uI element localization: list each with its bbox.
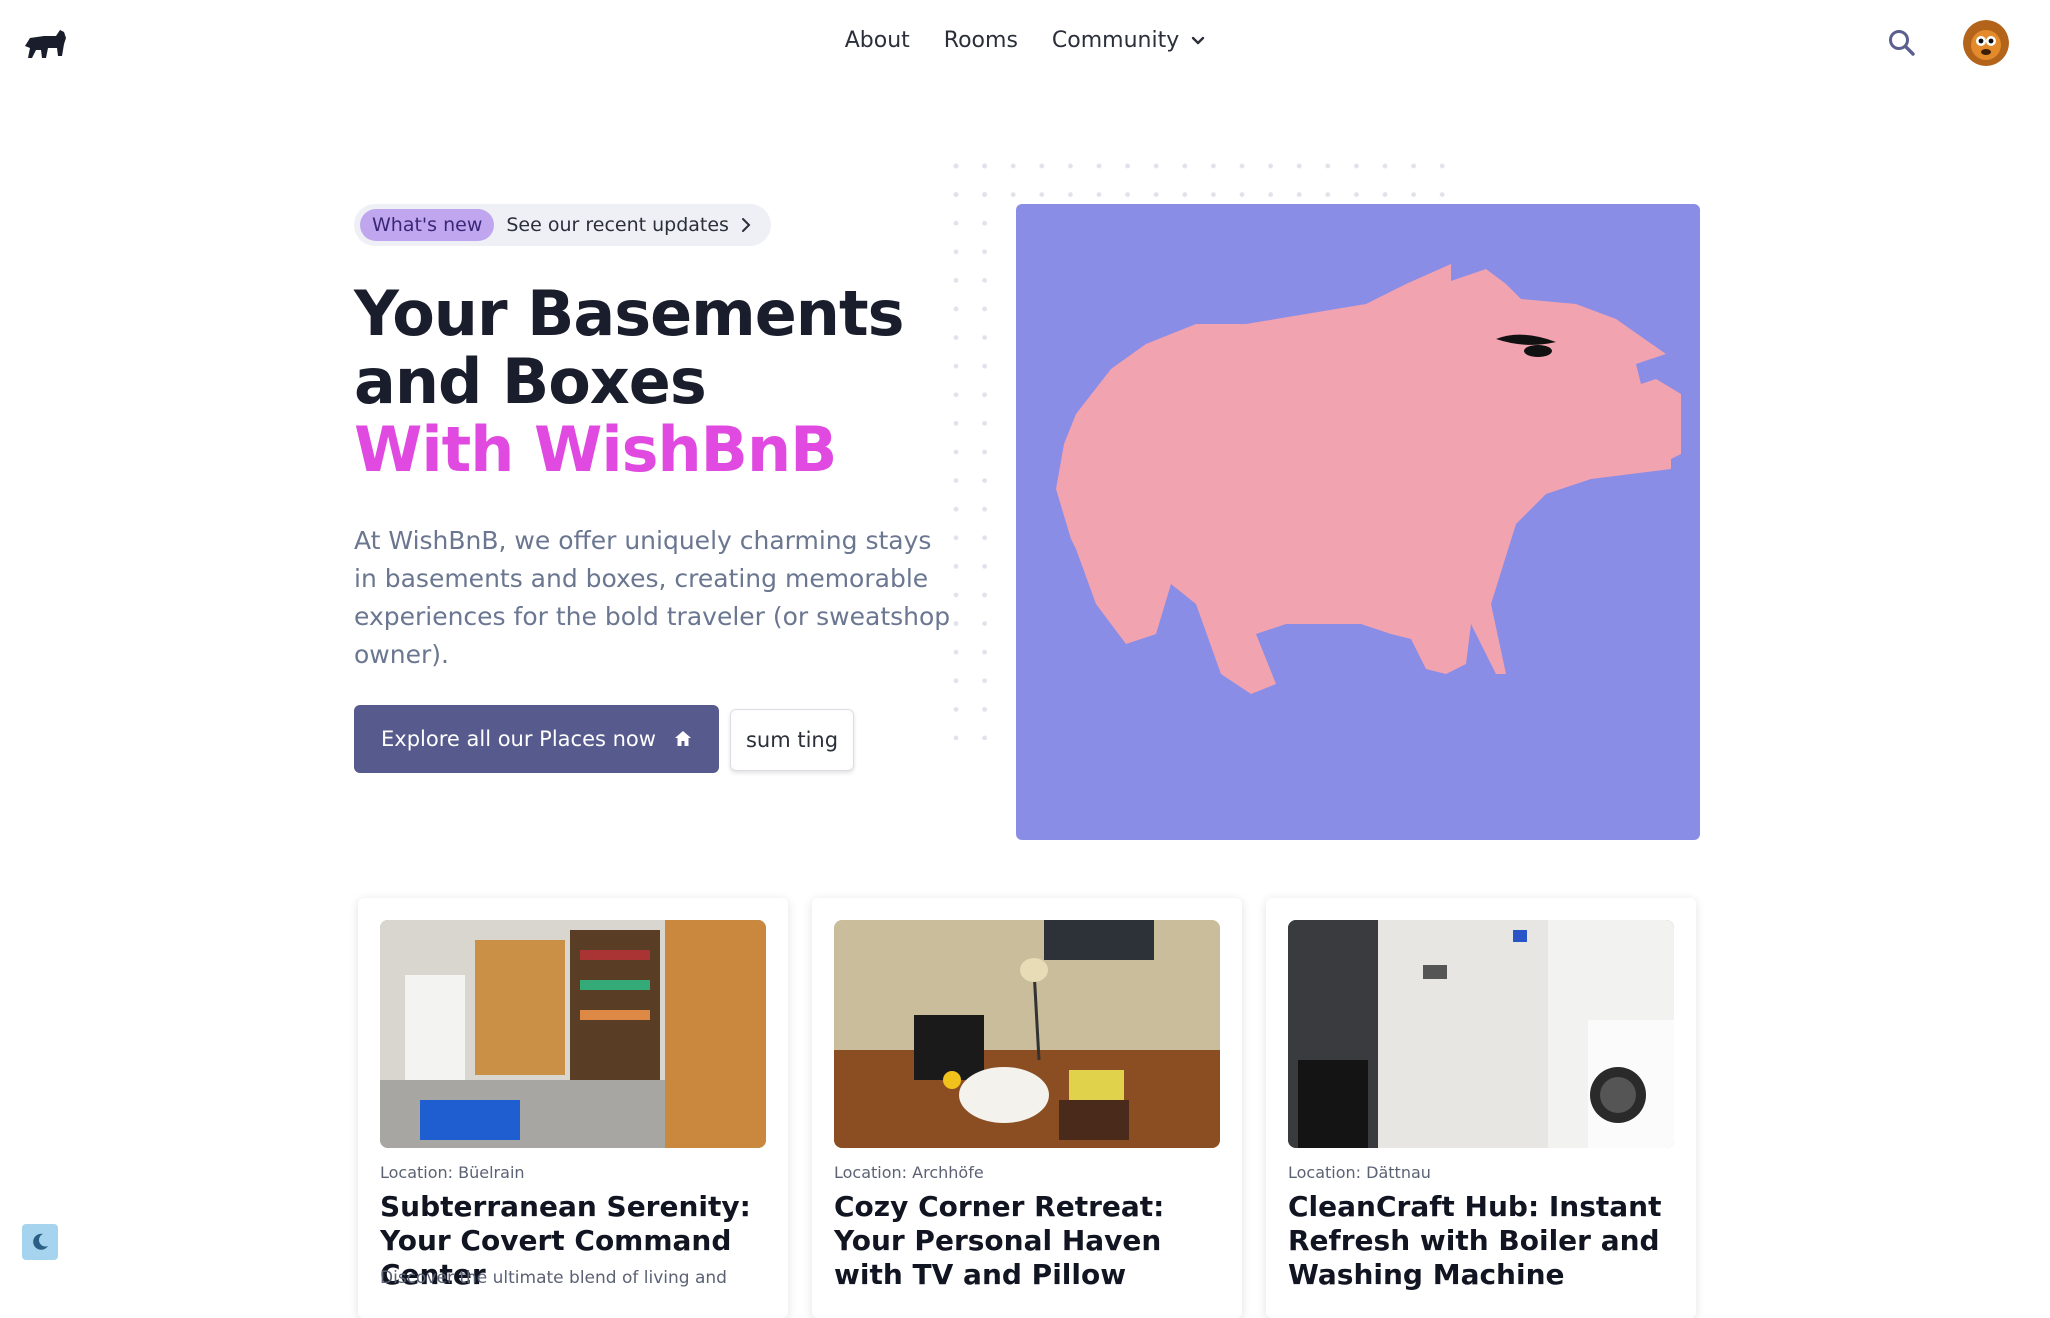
chevron-right-icon xyxy=(741,218,751,232)
whats-new-banner[interactable]: What's new See our recent updates xyxy=(354,204,771,246)
search-icon[interactable] xyxy=(1887,28,1917,58)
capybara-mascot xyxy=(1056,264,1681,694)
whats-new-badge: What's new xyxy=(360,209,495,241)
listing-title[interactable]: CleanCraft Hub: Instant Refresh with Boi… xyxy=(1288,1190,1688,1292)
listing-description: Discover the ultimate blend of living an… xyxy=(380,1268,727,1288)
listing-card[interactable]: Location: Archhöfe Cozy Corner Retreat: … xyxy=(812,898,1242,1318)
nav-community-label: Community xyxy=(1051,28,1180,53)
home-icon xyxy=(674,731,691,746)
hero-title-line2: and Boxes xyxy=(354,345,707,418)
avatar[interactable] xyxy=(1963,20,2009,66)
listing-location: Location: Dättnau xyxy=(1288,1163,1431,1182)
moon-icon xyxy=(33,1233,48,1250)
theme-toggle-button[interactable] xyxy=(22,1224,58,1260)
nav-about-link[interactable]: About xyxy=(845,28,910,53)
explore-places-button[interactable]: Explore all our Places now xyxy=(354,705,719,773)
hero-title: Your Basements and Boxes With WishBnB xyxy=(354,280,954,484)
recent-updates-link: See our recent updates xyxy=(506,214,729,236)
listing-card[interactable]: Location: Dättnau CleanCraft Hub: Instan… xyxy=(1266,898,1696,1318)
listing-location: Location: Büelrain xyxy=(380,1163,525,1182)
listing-location: Location: Archhöfe xyxy=(834,1163,984,1182)
listing-card[interactable]: Location: Büelrain Subterranean Serenity… xyxy=(358,898,788,1318)
explore-places-label: Explore all our Places now xyxy=(381,727,656,751)
listing-photo[interactable] xyxy=(380,920,766,1148)
listing-photo[interactable] xyxy=(834,920,1220,1148)
nav-rooms-link[interactable]: Rooms xyxy=(944,28,1018,53)
nav-community-dropdown[interactable]: Community xyxy=(1052,28,1205,53)
chevron-down-icon xyxy=(1192,36,1205,44)
listing-title[interactable]: Cozy Corner Retreat: Your Personal Haven… xyxy=(834,1190,1234,1292)
listing-photo[interactable] xyxy=(1288,920,1674,1148)
nav-links: About Rooms Community xyxy=(0,28,2050,53)
sum-ting-button[interactable]: sum ting xyxy=(730,709,854,771)
hero-illustration xyxy=(1016,204,1700,840)
hero-description: At WishBnB, we offer uniquely charming s… xyxy=(354,526,951,669)
top-nav: About Rooms Community xyxy=(0,0,2050,92)
hero-title-accent: With WishBnB xyxy=(354,413,837,486)
hero-title-line1: Your Basements xyxy=(354,277,904,350)
